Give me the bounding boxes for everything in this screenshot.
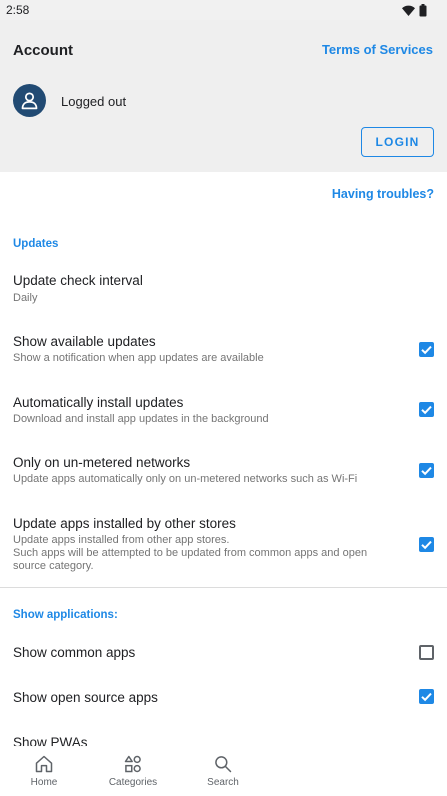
battery-icon bbox=[419, 3, 427, 16]
account-title: Account bbox=[13, 42, 73, 59]
nav-search[interactable]: Search bbox=[183, 754, 263, 788]
bottom-navigation: Home Categories Search bbox=[0, 746, 447, 796]
setting-value: Daily bbox=[13, 292, 38, 304]
setting-subtitle-line2: Such apps will be attempted to be update… bbox=[13, 547, 368, 572]
checkmark-icon bbox=[421, 692, 432, 702]
home-icon bbox=[35, 755, 53, 773]
checkmark-icon bbox=[421, 345, 432, 355]
checkmark-icon bbox=[421, 405, 432, 415]
nav-label: Home bbox=[30, 777, 58, 788]
nav-home[interactable]: Home bbox=[4, 754, 84, 788]
login-button[interactable]: LOGIN bbox=[361, 127, 434, 157]
setting-subtitle: Download and install app updates in the … bbox=[13, 413, 269, 425]
setting-subtitle-line1: Update apps installed from other app sto… bbox=[13, 534, 230, 546]
other-stores-checkbox[interactable] bbox=[419, 537, 434, 552]
setting-title: Automatically install updates bbox=[13, 395, 184, 410]
unmetered-networks-checkbox[interactable] bbox=[419, 463, 434, 478]
wifi-icon bbox=[402, 5, 415, 16]
having-troubles-link[interactable]: Having troubles? bbox=[332, 187, 434, 201]
categories-icon bbox=[124, 755, 141, 773]
setting-subtitle: Update apps automatically only on un-met… bbox=[13, 473, 358, 485]
updates-section-header: Updates bbox=[13, 238, 59, 250]
setting-title: Update check interval bbox=[13, 273, 143, 288]
nav-label: Categories bbox=[108, 777, 158, 788]
setting-subtitle: Show a notification when app updates are… bbox=[13, 352, 264, 364]
auto-install-updates-checkbox[interactable] bbox=[419, 402, 434, 417]
checkmark-icon bbox=[421, 466, 432, 476]
login-status: Logged out bbox=[61, 94, 127, 109]
status-icons bbox=[402, 3, 427, 17]
setting-title: Show common apps bbox=[13, 645, 136, 660]
section-divider bbox=[0, 587, 447, 588]
setting-title: Show available updates bbox=[13, 334, 156, 349]
search-icon bbox=[215, 756, 232, 773]
nav-label: Search bbox=[207, 777, 239, 788]
status-time: 2:58 bbox=[6, 3, 30, 17]
setting-title: Show open source apps bbox=[13, 690, 158, 705]
avatar bbox=[13, 84, 46, 117]
account-panel: Account Terms of Services Logged out LOG… bbox=[0, 20, 447, 172]
status-bar: 2:58 bbox=[0, 0, 447, 20]
nav-categories[interactable]: Categories bbox=[93, 754, 173, 788]
person-icon bbox=[21, 92, 38, 110]
terms-of-services-link[interactable]: Terms of Services bbox=[322, 42, 433, 57]
show-available-updates-checkbox[interactable] bbox=[419, 342, 434, 357]
show-common-apps-checkbox[interactable] bbox=[419, 645, 434, 660]
setting-title: Update apps installed by other stores bbox=[13, 516, 236, 531]
show-applications-section-header: Show applications: bbox=[13, 609, 118, 621]
checkmark-icon bbox=[421, 540, 432, 550]
setting-title: Only on un-metered networks bbox=[13, 455, 191, 470]
show-open-source-apps-checkbox[interactable] bbox=[419, 689, 434, 704]
